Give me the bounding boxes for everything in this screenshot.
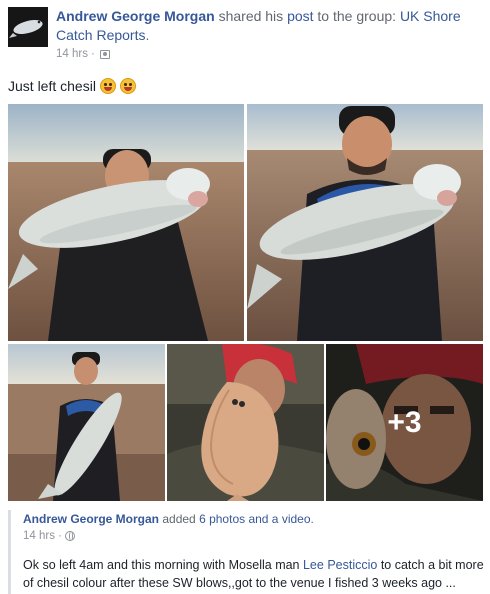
added-media-link[interactable]: 6 photos and a video xyxy=(199,512,310,526)
globe-icon[interactable] xyxy=(64,531,75,541)
photo-4[interactable] xyxy=(167,344,324,501)
message-text: Just left chesil xyxy=(8,78,96,94)
photo-2[interactable] xyxy=(247,104,483,341)
group-audience-icon[interactable] xyxy=(99,49,110,59)
shared-post-body: Ok so left 4am and this morning with Mos… xyxy=(23,556,485,592)
shared-meta-separator: · xyxy=(57,530,62,542)
more-photos-count: +3 xyxy=(387,405,422,439)
post-meta: 14 hrs · xyxy=(56,48,110,60)
shared-post-attachment[interactable]: Andrew George Morgan added 6 photos and … xyxy=(8,510,484,594)
action-text: shared his xyxy=(218,8,284,24)
post-header: Andrew George Morgan shared his post to … xyxy=(56,7,476,45)
shared-action-text: added xyxy=(162,512,196,526)
header-period: . xyxy=(145,27,150,43)
post-timestamp[interactable]: 14 hrs xyxy=(56,48,88,60)
to-text: to the group: xyxy=(317,8,397,24)
post-message: Just left chesil xyxy=(8,76,136,96)
shared-post-header: Andrew George Morgan added 6 photos and … xyxy=(23,512,314,526)
shared-period: . xyxy=(310,512,314,526)
post-link[interactable]: post xyxy=(287,8,313,24)
winking-tongue-emoji xyxy=(119,78,136,94)
author-link[interactable]: Andrew George Morgan xyxy=(56,8,215,24)
mention-link[interactable]: Lee Pesticcio xyxy=(303,558,377,572)
more-photos-overlay[interactable]: +3 xyxy=(326,344,483,501)
shared-body-start: Ok so left 4am and this morning with Mos… xyxy=(23,558,303,572)
shared-timestamp[interactable]: 14 hrs xyxy=(23,530,55,542)
shared-author-link[interactable]: Andrew George Morgan xyxy=(23,512,159,526)
winking-tongue-emoji xyxy=(99,78,116,94)
photo-3[interactable] xyxy=(8,344,165,501)
shared-post-meta: 14 hrs · xyxy=(23,530,75,542)
photo-1[interactable] xyxy=(8,104,244,341)
photo-5-more[interactable]: +3 xyxy=(326,344,483,501)
meta-separator: · xyxy=(90,48,95,60)
group-avatar[interactable] xyxy=(8,7,48,47)
